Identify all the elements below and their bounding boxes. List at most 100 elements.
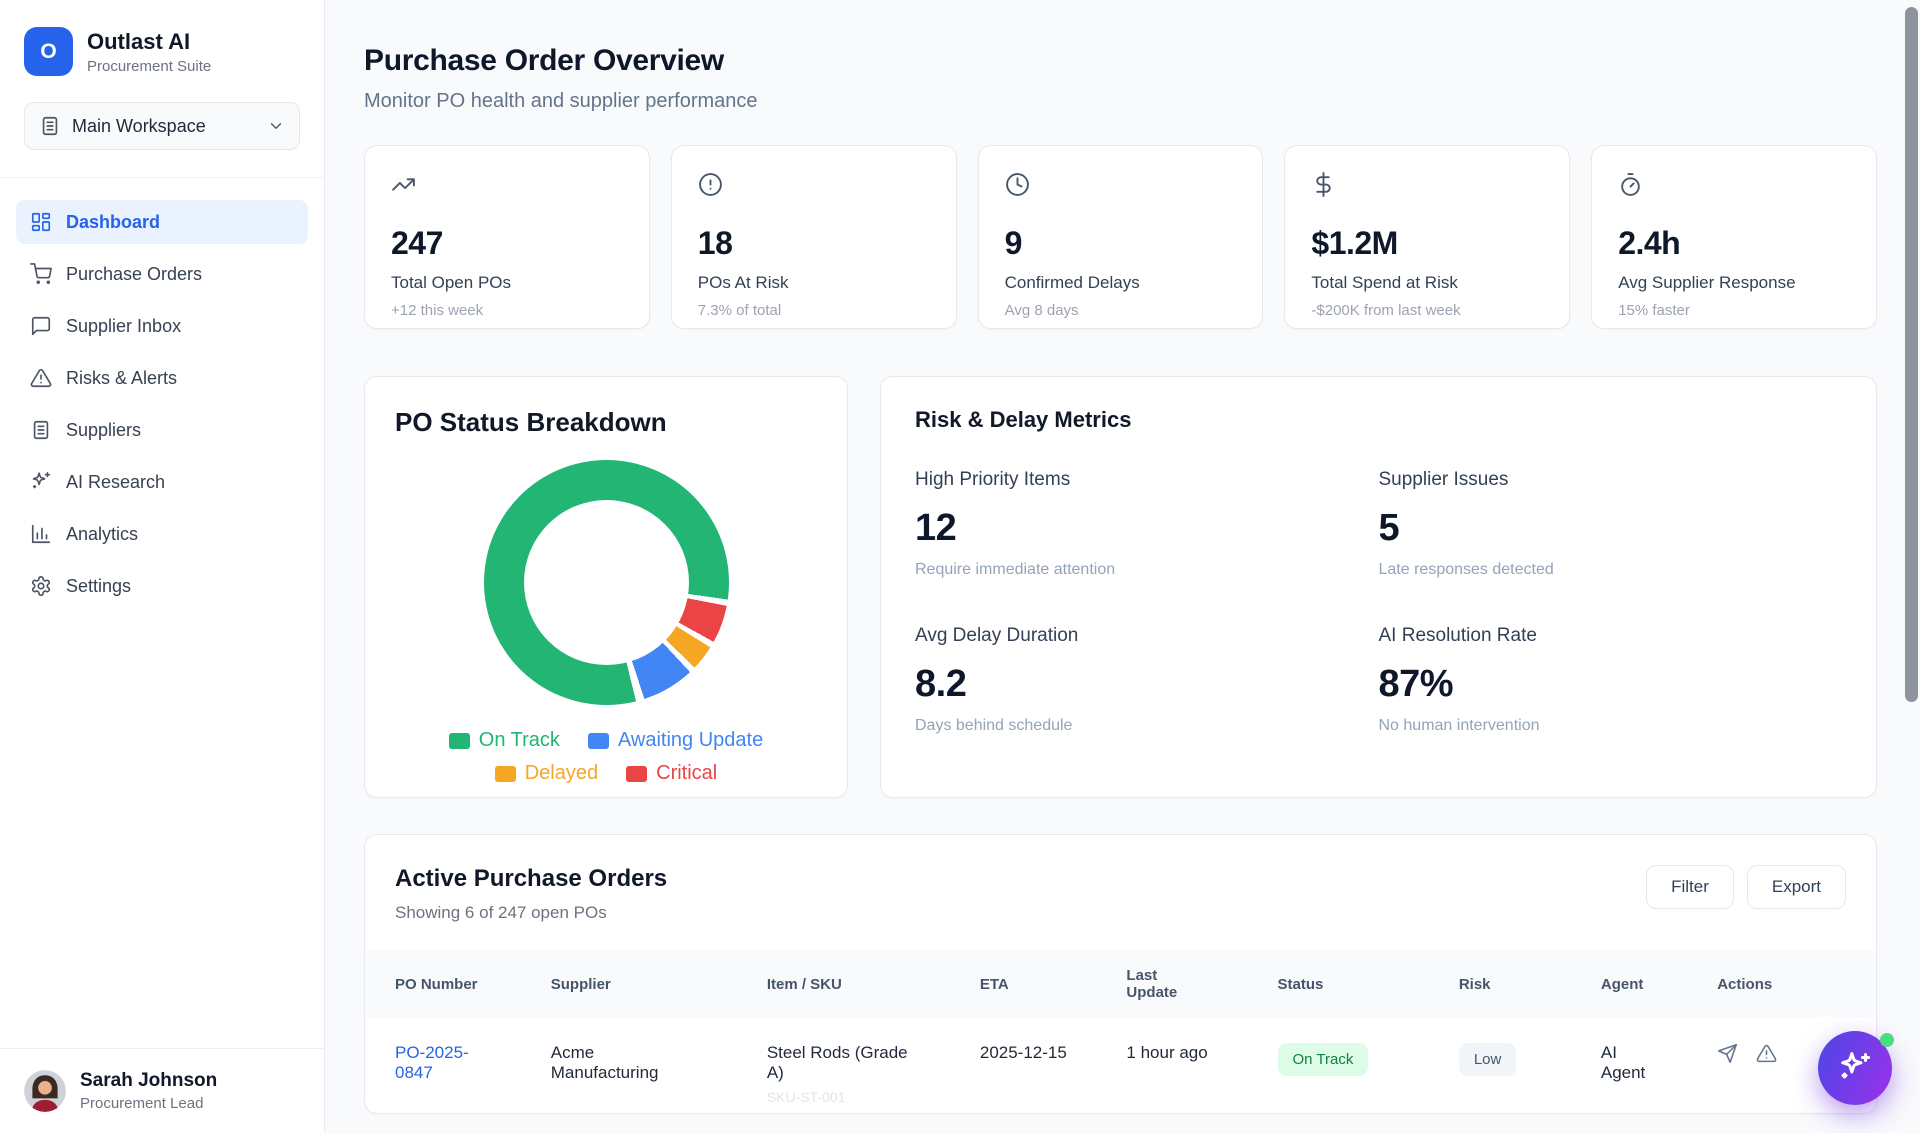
- alert-circle-icon: [698, 172, 723, 197]
- col-agent: Agent: [1589, 951, 1705, 1017]
- avatar: [24, 1070, 66, 1112]
- legend-item-critical: Critical: [626, 762, 717, 785]
- kpi-label: Total Spend at Risk: [1311, 273, 1543, 293]
- online-status-dot: [1880, 1033, 1894, 1047]
- sidebar-item-settings[interactable]: Settings: [16, 564, 308, 608]
- metric-sub: Late responses detected: [1379, 561, 1843, 579]
- metrics-title: Risk & Delay Metrics: [915, 407, 1842, 433]
- legend-label: Delayed: [525, 762, 598, 785]
- sidebar-item-label: Settings: [66, 576, 131, 597]
- sidebar-item-label: AI Research: [66, 472, 165, 493]
- export-button[interactable]: Export: [1747, 865, 1846, 909]
- orders-title: Active Purchase Orders: [395, 865, 667, 893]
- clock-icon: [1005, 172, 1030, 197]
- kpi-value: 9: [1005, 225, 1237, 262]
- sku-cell: SKU-ST-001: [767, 1089, 956, 1105]
- user-profile[interactable]: Sarah Johnson Procurement Lead: [0, 1048, 324, 1133]
- sidebar-item-analytics[interactable]: Analytics: [16, 512, 308, 556]
- kpi-label: Avg Supplier Response: [1618, 273, 1850, 293]
- sidebar-item-suppliers[interactable]: Suppliers: [16, 408, 308, 452]
- sidebar-item-label: Suppliers: [66, 420, 141, 441]
- message-icon: [30, 315, 52, 337]
- agent-cell: AI Agent: [1601, 1043, 1659, 1083]
- workspace-label: Main Workspace: [72, 116, 256, 137]
- warning-icon[interactable]: [1756, 1043, 1777, 1064]
- kpi-card-supplier-response: 2.4h Avg Supplier Response 15% faster: [1591, 145, 1877, 329]
- kpi-label: Total Open POs: [391, 273, 623, 293]
- kpi-label: POs At Risk: [698, 273, 930, 293]
- sidebar-item-purchase-orders[interactable]: Purchase Orders: [16, 252, 308, 296]
- po-number-link[interactable]: PO-2025-0847: [395, 1043, 490, 1083]
- sidebar-nav: Dashboard Purchase Orders Supplier Inbox…: [0, 178, 324, 608]
- kpi-sub: 15% faster: [1618, 302, 1850, 319]
- sidebar-item-dashboard[interactable]: Dashboard: [16, 200, 308, 244]
- dollar-icon: [1311, 172, 1336, 197]
- vertical-scrollbar-thumb[interactable]: [1905, 7, 1918, 702]
- send-icon[interactable]: [1717, 1043, 1738, 1064]
- ai-assistant-fab[interactable]: [1818, 1031, 1892, 1105]
- sparkles-icon: [30, 471, 52, 493]
- sidebar-item-label: Purchase Orders: [66, 264, 202, 285]
- bar-chart-icon: [30, 523, 52, 545]
- building-icon: [30, 419, 52, 441]
- legend-label: On Track: [479, 729, 560, 752]
- kpi-value: 2.4h: [1618, 225, 1850, 262]
- user-role: Procurement Lead: [80, 1095, 217, 1112]
- orders-table: PO Number Supplier Item / SKU ETA Last U…: [365, 951, 1876, 1113]
- page-title: Purchase Order Overview: [364, 44, 1877, 78]
- sidebar-item-label: Risks & Alerts: [66, 368, 177, 389]
- sparkles-icon: [1837, 1050, 1873, 1086]
- supplier-cell: Acme Manufacturing: [551, 1043, 676, 1083]
- last-update-cell: 1 hour ago: [1126, 1043, 1207, 1062]
- risk-delay-metrics-card: Risk & Delay Metrics High Priority Items…: [880, 376, 1877, 798]
- gear-icon: [30, 575, 52, 597]
- risk-badge: Low: [1459, 1043, 1517, 1076]
- sidebar-item-risks-alerts[interactable]: Risks & Alerts: [16, 356, 308, 400]
- cart-icon: [30, 263, 52, 285]
- kpi-sub: -$200K from last week: [1311, 302, 1543, 319]
- kpi-value: $1.2M: [1311, 225, 1543, 262]
- page-subtitle: Monitor PO health and supplier performan…: [364, 90, 1877, 113]
- legend-item-awaiting-update: Awaiting Update: [588, 729, 763, 752]
- table-header-row: PO Number Supplier Item / SKU ETA Last U…: [365, 951, 1876, 1017]
- middle-row: PO Status Breakdown On Track Awaiting Up…: [364, 376, 1877, 798]
- col-last-update: Last Update: [1114, 951, 1265, 1017]
- metric-value: 5: [1379, 507, 1843, 550]
- metric-sub: Days behind schedule: [915, 717, 1379, 735]
- legend-swatch: [626, 766, 647, 782]
- chevron-down-icon: [267, 117, 285, 135]
- app-tagline: Procurement Suite: [87, 58, 211, 75]
- sidebar-item-ai-research[interactable]: AI Research: [16, 460, 308, 504]
- po-status-breakdown-card: PO Status Breakdown On Track Awaiting Up…: [364, 376, 848, 798]
- chart-title: PO Status Breakdown: [395, 407, 817, 438]
- filter-button[interactable]: Filter: [1646, 865, 1734, 909]
- metric-sub: No human intervention: [1379, 717, 1843, 735]
- sidebar-item-label: Analytics: [66, 524, 138, 545]
- metric-value: 8.2: [915, 663, 1379, 706]
- col-risk: Risk: [1447, 951, 1589, 1017]
- kpi-label: Confirmed Delays: [1005, 273, 1237, 293]
- kpi-value: 18: [698, 225, 930, 262]
- kpi-sub: +12 this week: [391, 302, 623, 319]
- metric-sub: Require immediate attention: [915, 561, 1379, 579]
- sidebar-item-label: Dashboard: [66, 212, 160, 233]
- kpi-card-confirmed-delays: 9 Confirmed Delays Avg 8 days: [978, 145, 1264, 329]
- legend-item-on-track: On Track: [449, 729, 560, 752]
- legend-label: Critical: [656, 762, 717, 785]
- eta-cell: 2025-12-15: [980, 1043, 1067, 1063]
- legend-swatch: [588, 733, 609, 749]
- kpi-sub: Avg 8 days: [1005, 302, 1237, 319]
- app-logo-row: O Outlast AI Procurement Suite: [0, 0, 324, 76]
- po-status-donut-chart: [484, 460, 729, 705]
- kpi-value: 247: [391, 225, 623, 262]
- legend-swatch: [449, 733, 470, 749]
- kpi-card-total-open-pos: 247 Total Open POs +12 this week: [364, 145, 650, 329]
- metric-high-priority: High Priority Items 12 Require immediate…: [915, 469, 1379, 579]
- col-actions: Actions: [1705, 951, 1876, 1017]
- orders-subtitle: Showing 6 of 247 open POs: [395, 903, 667, 923]
- building-icon: [39, 115, 61, 137]
- metric-supplier-issues: Supplier Issues 5 Late responses detecte…: [1379, 469, 1843, 579]
- col-status: Status: [1266, 951, 1447, 1017]
- sidebar-item-supplier-inbox[interactable]: Supplier Inbox: [16, 304, 308, 348]
- workspace-selector[interactable]: Main Workspace: [24, 102, 300, 150]
